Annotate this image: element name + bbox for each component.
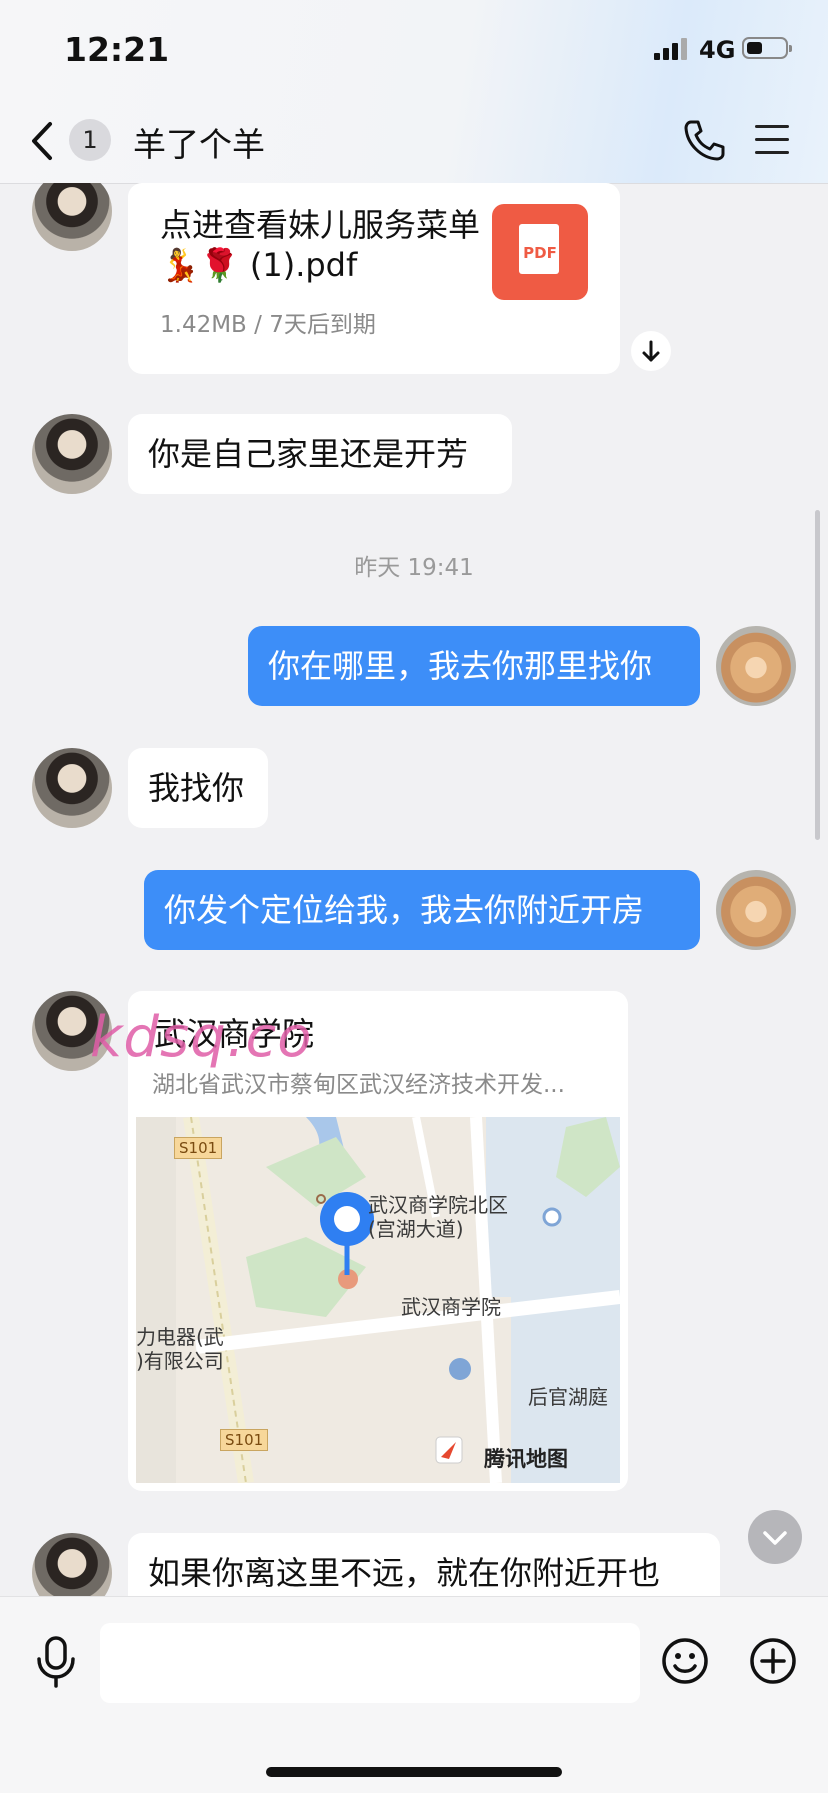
contact-avatar[interactable] (32, 183, 112, 251)
road-tag: S101 (220, 1429, 269, 1451)
timestamp: 昨天 19:41 (354, 555, 474, 581)
battery-icon (742, 37, 792, 59)
message-input[interactable] (100, 1623, 640, 1703)
top-bar: 12:21 4G 1 羊了个羊 (0, 0, 828, 184)
chevron-left-icon (32, 122, 52, 160)
network-label: 4G (699, 36, 736, 64)
emoji-button[interactable] (661, 1637, 709, 1685)
more-button[interactable] (749, 1637, 797, 1685)
chevron-down-icon (763, 1531, 787, 1545)
message-bubble[interactable]: 你是自己家里还是开芳 (128, 414, 512, 494)
phone-icon (684, 120, 725, 161)
my-message-bubble[interactable]: 你在哪里，我去你那里找你 (248, 626, 700, 706)
message-bubble[interactable]: 我找你 (128, 748, 268, 828)
voice-button[interactable] (34, 1635, 78, 1689)
pdf-icon-label: PDF (523, 244, 557, 262)
chat-title: 羊了个羊 (133, 125, 265, 164)
contact-avatar[interactable] (32, 748, 112, 828)
my-avatar[interactable] (716, 626, 796, 706)
microphone-icon (37, 1636, 75, 1688)
plus-circle-icon (750, 1638, 796, 1684)
pdf-icon: PDF (492, 204, 588, 300)
emoji-icon (662, 1638, 708, 1684)
home-indicator (266, 1767, 562, 1777)
file-meta: 1.42MB / 7天后到期 (160, 312, 376, 338)
map-label: (宫湖大道) (368, 1217, 464, 1241)
map-graphic (136, 1117, 620, 1483)
location-address: 湖北省武汉市蔡甸区武汉经济技术开发... (152, 1072, 565, 1098)
menu-button[interactable] (755, 123, 789, 157)
map-label: )有限公司 (136, 1349, 224, 1373)
my-message-bubble[interactable]: 你发个定位给我，我去你附近开房 (144, 870, 700, 950)
signal-icon (654, 38, 690, 60)
scrollbar[interactable] (815, 510, 820, 840)
map-preview[interactable]: S101 S101 武汉商学院北区 (宫湖大道) 武汉商学院 力电器(武 )有限… (136, 1117, 620, 1483)
back-button[interactable] (26, 118, 62, 164)
map-label: 后官湖庭 (528, 1385, 608, 1409)
scroll-to-bottom-button[interactable] (748, 1510, 802, 1564)
download-button[interactable] (631, 331, 671, 371)
road-tag: S101 (174, 1137, 223, 1159)
unread-badge[interactable]: 1 (69, 119, 111, 161)
file-message[interactable]: 点进查看妹儿服务菜单💃🌹 (1).pdf 1.42MB / 7天后到期 PDF (128, 183, 620, 374)
watermark: kdsq.co (90, 1005, 313, 1070)
my-avatar[interactable] (716, 870, 796, 950)
map-label: 武汉商学院 (401, 1295, 501, 1319)
message-bubble[interactable]: 如果你离这里不远，就在你附近开也 (128, 1533, 720, 1596)
file-name: 点进查看妹儿服务菜单💃🌹 (1).pdf (160, 206, 481, 284)
contact-avatar[interactable] (32, 414, 112, 494)
chat-area[interactable]: 点进查看妹儿服务菜单💃🌹 (1).pdf 1.42MB / 7天后到期 PDF … (0, 183, 828, 1596)
contact-avatar[interactable] (32, 1533, 112, 1596)
input-bar (0, 1596, 828, 1793)
call-button[interactable] (682, 118, 726, 162)
arrow-down-icon (642, 340, 660, 362)
status-time: 12:21 (64, 30, 170, 69)
map-brand-label: 腾讯地图 (484, 1447, 568, 1471)
